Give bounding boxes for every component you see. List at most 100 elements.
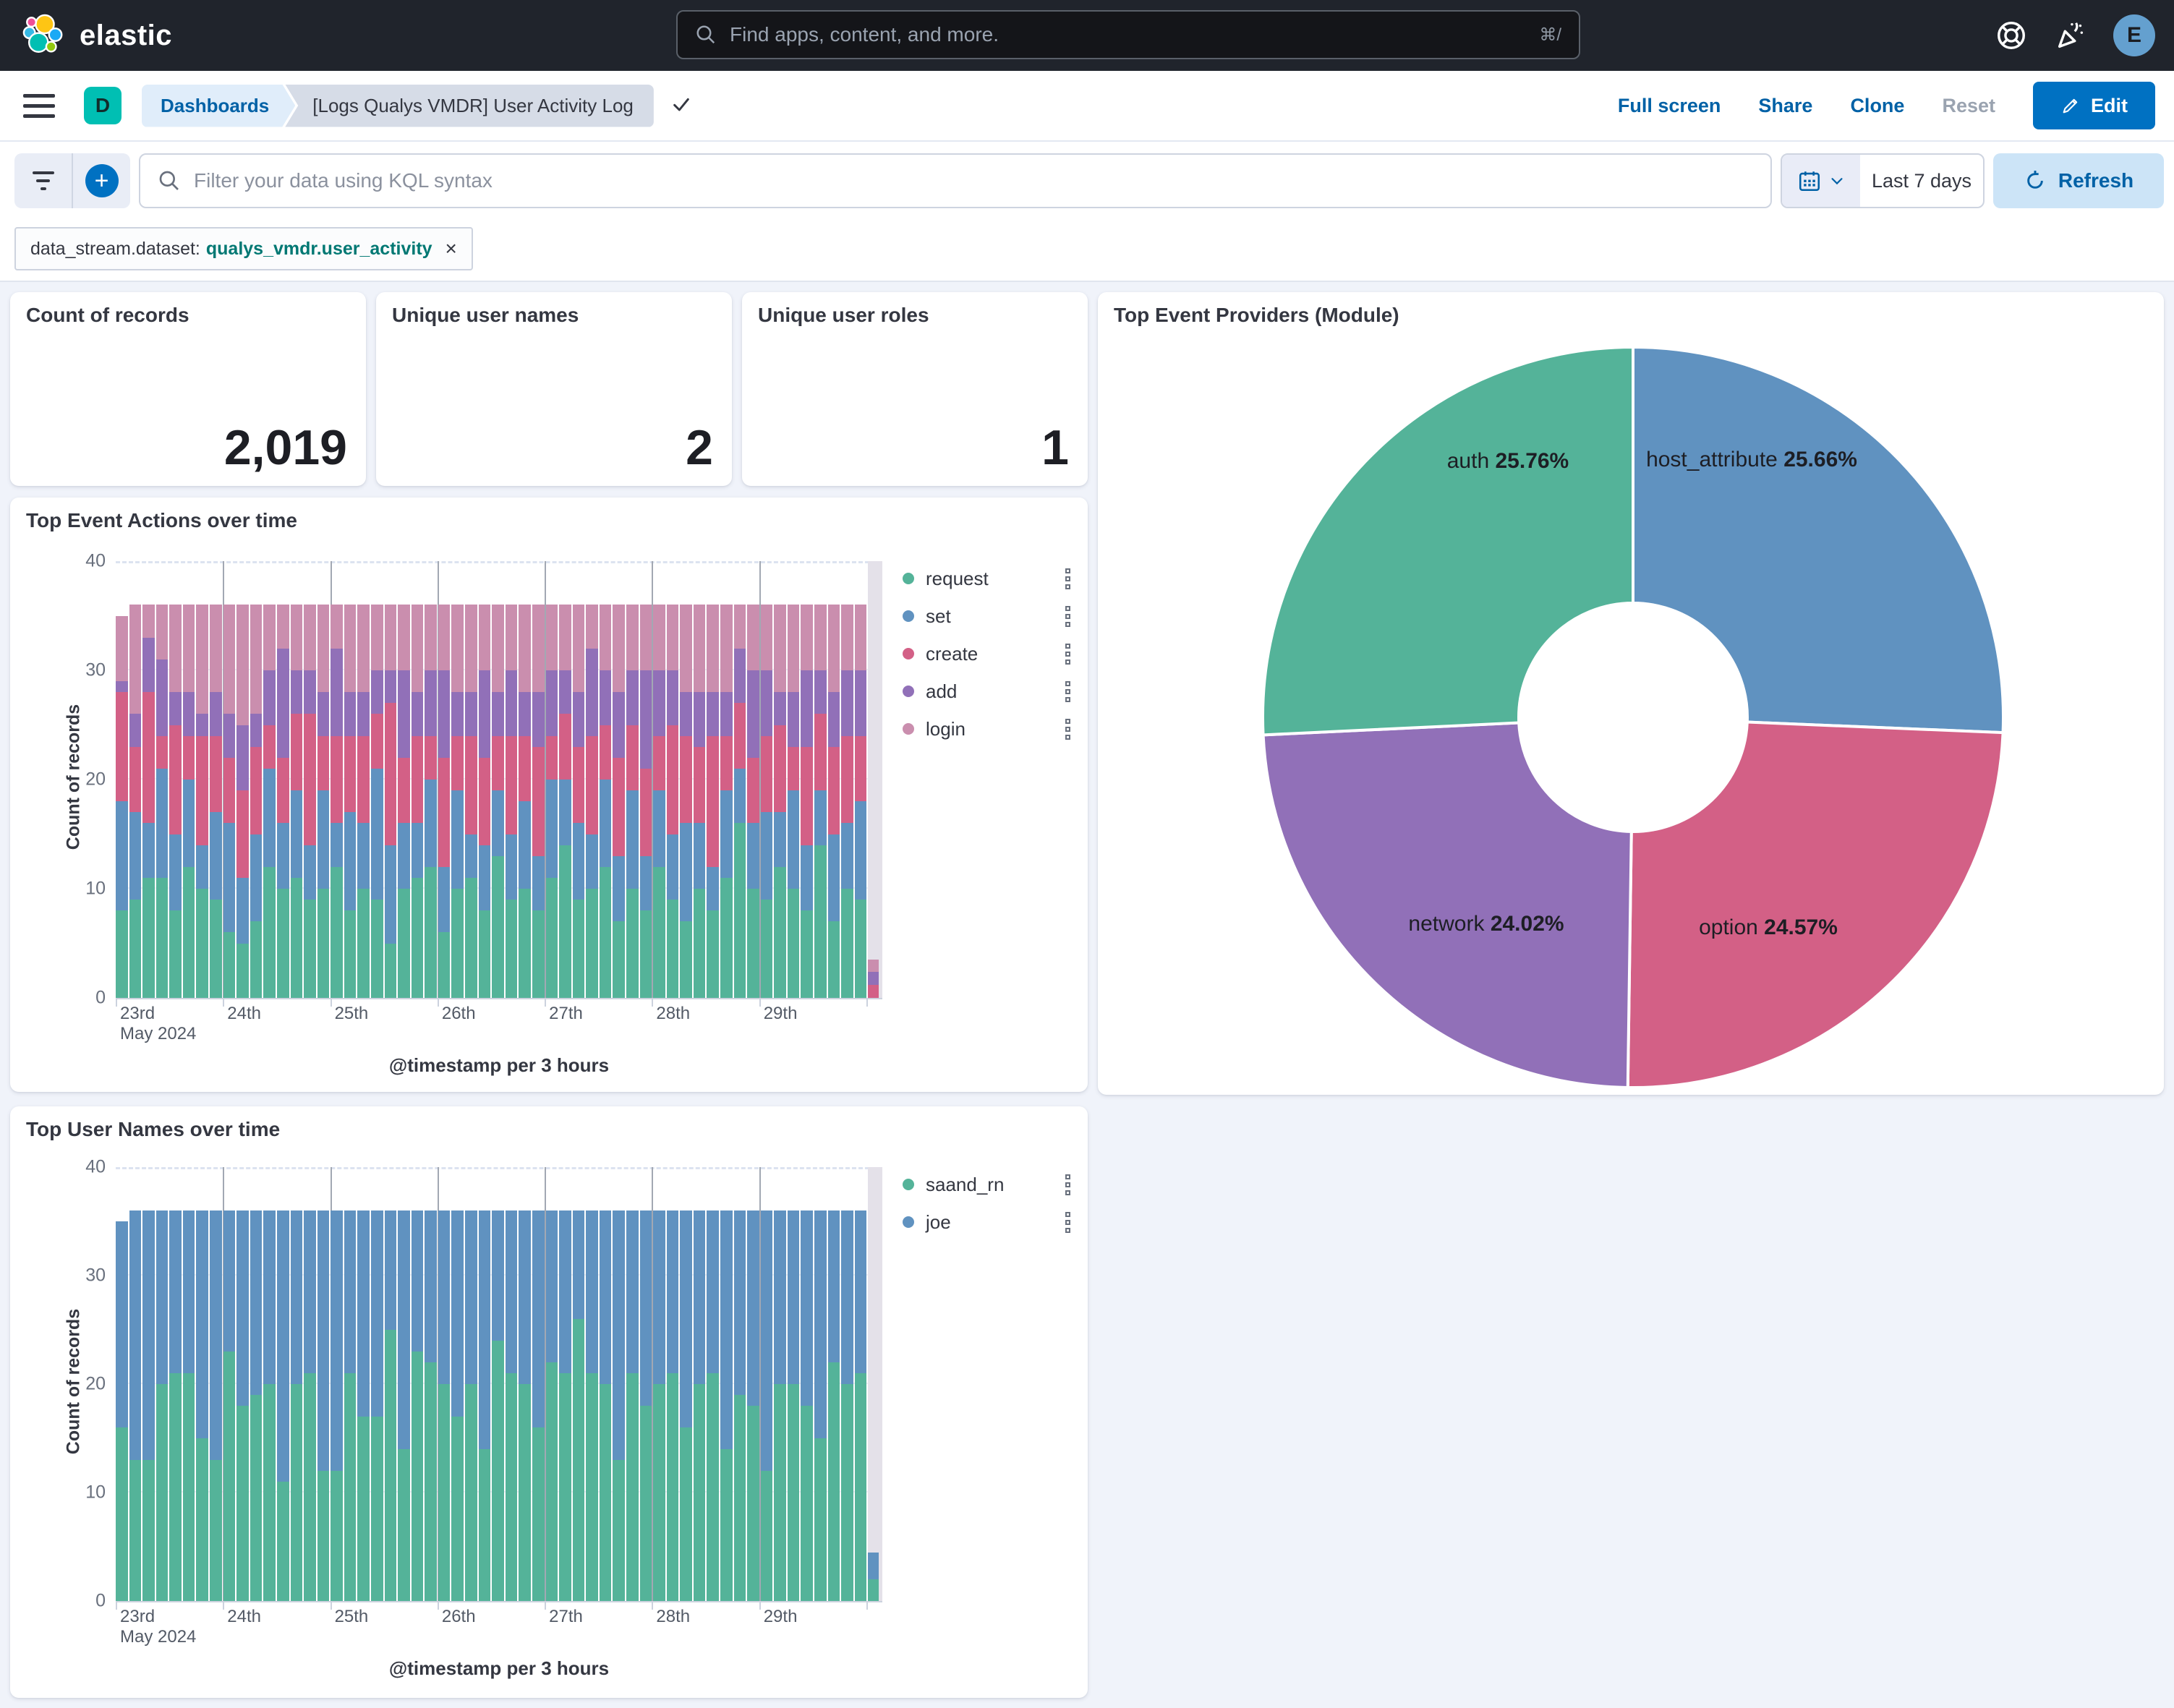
bar-column[interactable] — [129, 561, 142, 998]
pie-slice-network[interactable] — [1263, 723, 1632, 1088]
bar-column[interactable] — [573, 561, 585, 998]
pie-slice-host_attribute[interactable] — [1633, 347, 2003, 733]
clone-button[interactable]: Clone — [1850, 95, 1904, 117]
bar-column[interactable] — [304, 1167, 316, 1601]
bar-column[interactable] — [385, 1167, 397, 1601]
bar-column[interactable] — [626, 1167, 639, 1601]
bar-column[interactable] — [532, 1167, 545, 1601]
bar-column[interactable] — [465, 561, 477, 998]
news-feed-icon[interactable] — [2054, 19, 2087, 52]
bar-column[interactable] — [855, 561, 867, 998]
bar-column[interactable] — [331, 561, 343, 998]
bar-column[interactable] — [855, 1167, 867, 1601]
bar-column[interactable] — [169, 561, 182, 998]
legend-actions-icon[interactable] — [1065, 606, 1070, 627]
legend-item-saand_rn[interactable]: saand_rn — [903, 1171, 1070, 1197]
bar-column[interactable] — [425, 561, 437, 998]
legend-item-add[interactable]: add — [903, 678, 1070, 704]
bar-column[interactable] — [600, 1167, 612, 1601]
bar-column[interactable] — [438, 561, 451, 998]
bar-column[interactable] — [371, 561, 383, 998]
bar-column[interactable] — [667, 1167, 679, 1601]
bar-column[interactable] — [761, 561, 773, 998]
bar-column[interactable] — [761, 1167, 773, 1601]
bar-column[interactable] — [210, 561, 222, 998]
legend-item-set[interactable]: set — [903, 603, 1070, 629]
bar-column[interactable] — [694, 1167, 706, 1601]
legend-actions-icon[interactable] — [1065, 1174, 1070, 1195]
bar-column[interactable] — [492, 561, 504, 998]
menu-icon[interactable] — [23, 94, 55, 118]
bar-column[interactable] — [680, 561, 692, 998]
bar-column[interactable] — [263, 561, 276, 998]
bar-column[interactable] — [828, 561, 840, 998]
time-range-button[interactable]: Last 7 days — [1860, 155, 1983, 207]
partial-bucket[interactable] — [868, 561, 882, 998]
bar-column[interactable] — [357, 561, 370, 998]
bar-column[interactable] — [210, 1167, 222, 1601]
bar-column[interactable] — [734, 561, 746, 998]
legend-item-joe[interactable]: joe — [903, 1209, 1070, 1235]
legend-actions-icon[interactable] — [1065, 568, 1070, 589]
bar-column[interactable] — [156, 561, 169, 998]
bar-column[interactable] — [291, 1167, 303, 1601]
share-button[interactable]: Share — [1758, 95, 1812, 117]
bar-column[interactable] — [788, 561, 800, 998]
elastic-logo[interactable]: elastic — [22, 13, 172, 58]
bar-column[interactable] — [774, 1167, 786, 1601]
bar-column[interactable] — [357, 1167, 370, 1601]
bar-column[interactable] — [317, 561, 330, 998]
bar-column[interactable] — [613, 1167, 625, 1601]
bar-column[interactable] — [451, 561, 464, 998]
bar-column[interactable] — [653, 1167, 665, 1601]
bar-column[interactable] — [828, 1167, 840, 1601]
bar-column[interactable] — [425, 1167, 437, 1601]
bar-column[interactable] — [291, 561, 303, 998]
bar-column[interactable] — [479, 561, 491, 998]
legend-actions-icon[interactable] — [1065, 644, 1070, 665]
bar-column[interactable] — [613, 561, 625, 998]
bar-column[interactable] — [344, 1167, 357, 1601]
bar-column[interactable] — [747, 1167, 759, 1601]
filter-pill[interactable]: data_stream.dataset: qualys_vmdr.user_ac… — [14, 227, 473, 270]
bar-column[interactable] — [586, 561, 598, 998]
bar-column[interactable] — [304, 561, 316, 998]
bar-column[interactable] — [707, 561, 719, 998]
bar-column[interactable] — [546, 1167, 558, 1601]
bar-column[interactable] — [183, 561, 195, 998]
bar-column[interactable] — [142, 1167, 155, 1601]
bar-column[interactable] — [707, 1167, 719, 1601]
bar-column[interactable] — [788, 1167, 800, 1601]
bar-column[interactable] — [479, 1167, 491, 1601]
bar-column[interactable] — [506, 561, 518, 998]
reset-button[interactable]: Reset — [1942, 95, 1995, 117]
bar-column[interactable] — [156, 1167, 169, 1601]
bar-column[interactable] — [841, 561, 853, 998]
bar-column[interactable] — [263, 1167, 276, 1601]
saved-check-icon[interactable] — [670, 93, 693, 119]
bar-column[interactable] — [129, 1167, 142, 1601]
edit-button[interactable]: Edit — [2033, 82, 2155, 129]
bar-column[interactable] — [720, 1167, 733, 1601]
bar-column[interactable] — [559, 561, 571, 998]
bar-column[interactable] — [223, 561, 236, 998]
user-avatar[interactable]: E — [2113, 14, 2155, 56]
bar-column[interactable] — [412, 1167, 424, 1601]
bar-column[interactable] — [196, 1167, 208, 1601]
breadcrumb-dashboards[interactable]: Dashboards — [142, 85, 295, 127]
kql-search-input[interactable]: Filter your data using KQL syntax — [139, 153, 1772, 208]
legend-item-create[interactable]: create — [903, 641, 1070, 667]
bar-column[interactable] — [801, 1167, 813, 1601]
help-icon[interactable] — [1995, 19, 2028, 52]
bar-column[interactable] — [653, 561, 665, 998]
bar-column[interactable] — [398, 1167, 410, 1601]
bar-column[interactable] — [506, 1167, 518, 1601]
bar-column[interactable] — [774, 561, 786, 998]
partial-bucket[interactable] — [868, 1167, 882, 1601]
bar-column[interactable] — [236, 561, 249, 998]
filter-options-button[interactable] — [14, 153, 72, 208]
bar-column[interactable] — [317, 1167, 330, 1601]
bar-column[interactable] — [586, 1167, 598, 1601]
bar-column[interactable] — [451, 1167, 464, 1601]
refresh-button[interactable]: Refresh — [1993, 153, 2164, 208]
